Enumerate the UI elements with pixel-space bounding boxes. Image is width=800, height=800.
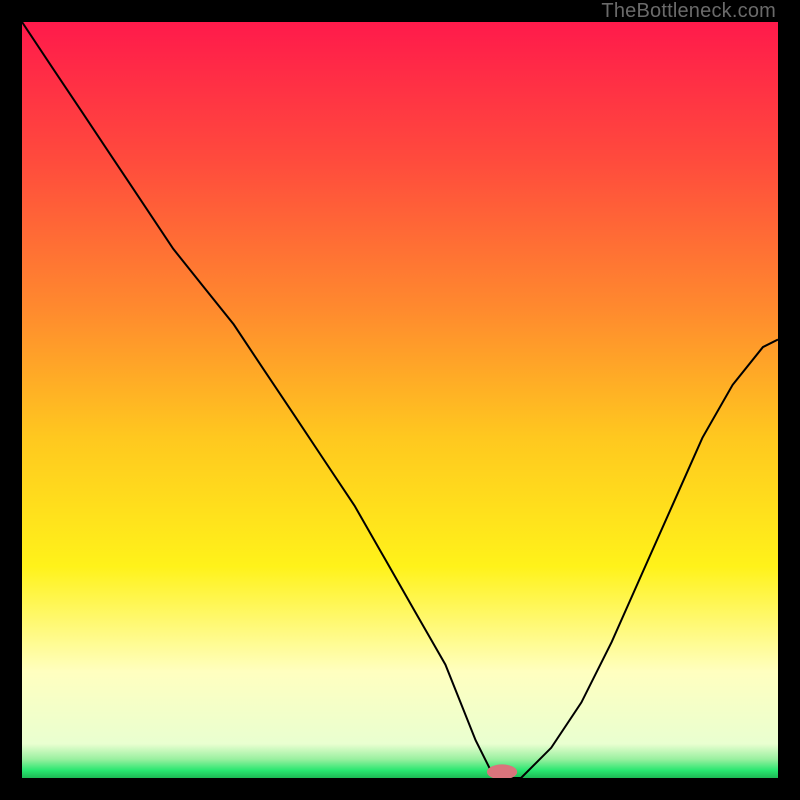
chart-frame: TheBottleneck.com [0, 0, 800, 800]
chart-svg [22, 22, 778, 778]
watermark-text: TheBottleneck.com [601, 0, 776, 23]
plot-area [22, 22, 778, 778]
gradient-background [22, 22, 778, 778]
